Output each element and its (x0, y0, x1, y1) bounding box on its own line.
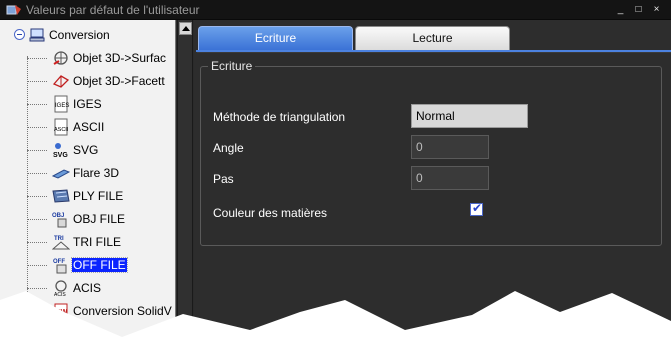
tab-lecture[interactable]: Lecture (355, 26, 510, 50)
group-legend: Ecriture (208, 59, 256, 73)
ply-file-icon (52, 189, 70, 203)
tree-item-label: Objet 3D->Facett (73, 74, 165, 88)
iges-file-icon: IGES (54, 95, 69, 113)
tree-item-label: ACIS (73, 281, 102, 295)
angle-input[interactable]: 0 (411, 135, 489, 159)
svg-file-icon: SVG (53, 143, 68, 159)
tree-item-ascii[interactable]: ASCII ASCII (0, 116, 175, 138)
tree-item-label: TRI FILE (73, 235, 122, 249)
tree-item-obj[interactable]: OBJ OBJ FILE (0, 208, 175, 230)
preferences-window: Valeurs par défaut de l'utilisateur _ □ … (0, 0, 671, 342)
tree-item-facet[interactable]: Objet 3D->Facett (0, 70, 175, 92)
tree-item-label: IGES (73, 97, 102, 111)
tree-item-iges[interactable]: IGES IGES (0, 93, 175, 115)
tree-item-label: OBJ FILE (73, 212, 126, 226)
ascii-file-icon: ASCII (54, 118, 69, 136)
title-bar: Valeurs par défaut de l'utilisateur _ □ … (0, 0, 671, 20)
svg-text:OFF: OFF (53, 259, 65, 265)
settings-content: Ecriture Lecture Ecriture Méthode de tri… (194, 20, 671, 342)
acis-icon: ACIS (54, 280, 67, 297)
angle-label: Angle (213, 141, 244, 155)
svg-text:OBJ: OBJ (52, 213, 64, 219)
minimize-button[interactable]: _ (614, 3, 627, 16)
couleur-checkbox[interactable] (470, 201, 483, 216)
tree-item-ply[interactable]: PLY FILE (0, 185, 175, 207)
pas-input[interactable]: 0 (411, 166, 489, 190)
tree-item-label: Objet 3D->Surfac (73, 51, 167, 65)
facet-object-icon (52, 75, 70, 88)
scroll-up-arrow-icon[interactable] (179, 22, 192, 35)
svg-text:TRI: TRI (54, 236, 64, 242)
tree-item-off[interactable]: OFF OFF FILE (0, 254, 175, 276)
tree-item-svg[interactable]: SVG SVG (0, 139, 175, 161)
svg-text:ACIS: ACIS (54, 292, 66, 297)
tree-item-label: Conversion (49, 28, 110, 42)
pas-label: Pas (213, 172, 234, 186)
tab-ecriture[interactable]: Ecriture (198, 26, 353, 50)
settings-tree[interactable]: Conversion Objet 3D->Surfac Objet 3D->Fa… (0, 20, 176, 342)
svg-text:ASCII: ASCII (54, 127, 69, 133)
tree-item-solidworks[interactable]: SW Conversion SolidV (0, 300, 175, 322)
close-button[interactable]: × (650, 3, 663, 16)
tree-item-label: Conversion SolidV (73, 304, 172, 318)
tree-item-label: Flare 3D (73, 166, 120, 180)
window-title: Valeurs par défaut de l'utilisateur (26, 3, 200, 17)
tree-item-label: OFF FILE (71, 257, 128, 273)
surface-object-icon (53, 51, 68, 65)
couleur-label: Couleur des matières (213, 206, 328, 220)
tree-item-label: PLY FILE (73, 189, 124, 203)
triangulation-select[interactable]: Normal (411, 104, 528, 128)
tree-scrollbar[interactable] (177, 20, 193, 342)
flare3d-icon (52, 169, 70, 179)
off-file-icon: OFF (53, 259, 67, 274)
tree-item-tri[interactable]: TRI TRI FILE (0, 231, 175, 253)
svg-text:IGES: IGES (55, 103, 69, 109)
tree-item-surface[interactable]: Objet 3D->Surfac (0, 47, 175, 69)
app-icon (6, 5, 21, 15)
tree-item-flare3d[interactable]: Flare 3D (0, 162, 175, 184)
tree-item-conversion[interactable]: Conversion (0, 24, 175, 46)
tree-item-acis[interactable]: ACIS ACIS (0, 277, 175, 299)
svg-text:SVG: SVG (53, 152, 68, 159)
computer-icon (29, 28, 45, 42)
tree-item-label: SVG (73, 143, 99, 157)
triangulation-label: Méthode de triangulation (213, 110, 346, 124)
tree-item-label: ASCII (73, 120, 105, 134)
solidworks-icon: SW (54, 303, 68, 319)
tri-file-icon: TRI (52, 236, 70, 250)
obj-file-icon: OBJ (52, 213, 67, 228)
maximize-button[interactable]: □ (632, 3, 645, 16)
svg-text:SW: SW (56, 309, 68, 316)
